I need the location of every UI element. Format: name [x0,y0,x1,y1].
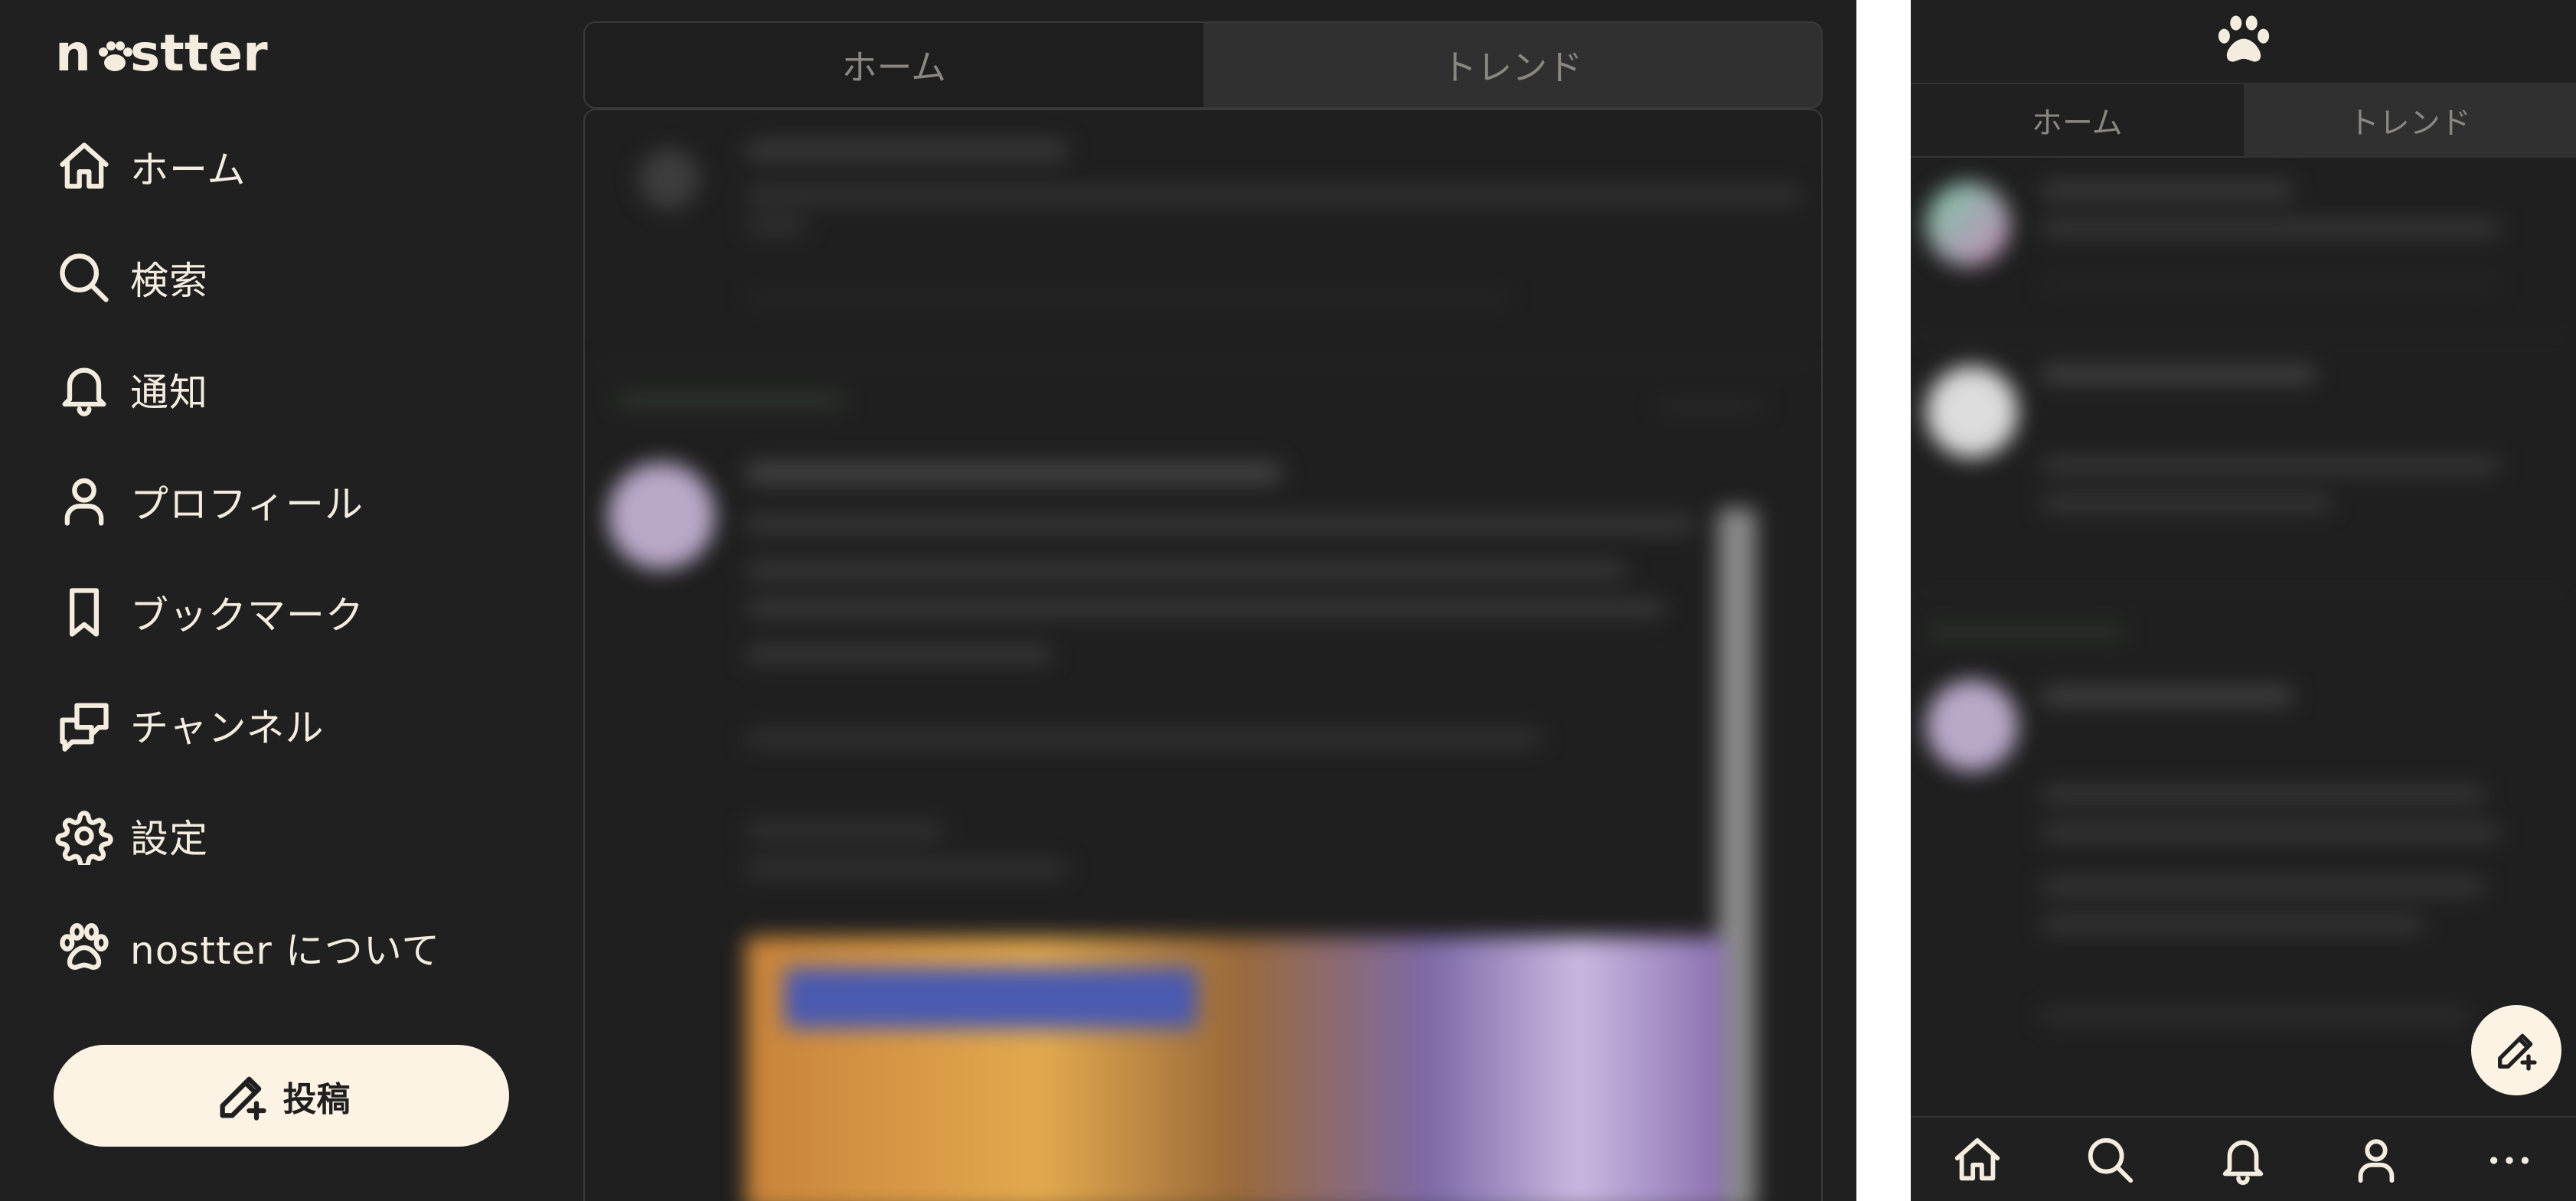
paw-icon [55,919,113,977]
svg-text:stter: stter [130,28,268,83]
floating-post-button[interactable] [2471,1005,2561,1095]
nav-item-channels[interactable]: チャンネル [55,683,325,767]
nav-label-about: nostter について [130,928,441,973]
nav-item-notifications[interactable]: 通知 [55,348,208,432]
nav-label-home: ホーム [130,148,246,192]
gear-icon [55,807,113,869]
post-button-label: 投稿 [282,1079,351,1119]
paw-logo-icon[interactable] [2212,10,2275,73]
timeline-tabs: ホーム トレンド [583,21,1823,109]
mobile-timeline-tabs: ホーム トレンド [1911,84,2576,158]
nav-item-home[interactable]: ホーム [55,125,246,209]
nostter-logo-mark: n stter [55,24,268,83]
home-icon [55,138,113,196]
messages-icon [55,696,113,754]
nav-item-search[interactable]: 検索 [55,236,208,320]
nav-item-settings[interactable]: 設定 [55,794,208,878]
mobile-blurred-feed-content [1911,159,2576,1113]
bell-icon [2223,1140,2264,1185]
post-button[interactable]: 投稿 [54,1045,509,1147]
nav-label-search: 検索 [130,259,208,303]
pencil-plus-icon [2498,1033,2537,1071]
nav-label-settings: 設定 [130,817,208,861]
search-icon [55,249,113,307]
search-icon [2088,1137,2133,1183]
mobile-view: ホーム トレンド [1911,0,2576,1201]
nav-item-bookmarks[interactable]: ブックマーク [55,570,364,654]
bottom-nav-home[interactable] [1951,1134,2004,1187]
blurred-feed-content [585,110,1821,1201]
nav-item-about[interactable]: nostter について [55,906,440,990]
mobile-tab-home[interactable]: ホーム [1911,84,2244,156]
mobile-bottom-nav [1911,1116,2576,1201]
user-icon [2358,1138,2395,1183]
user-icon [55,472,113,530]
home-icon [1954,1137,2000,1180]
mobile-timeline-feed[interactable] [1911,159,2576,1113]
bottom-nav-more[interactable] [2483,1134,2536,1187]
desktop-view: n stter ホーム 検索 通知 プロフィール ブックマーク チャンネル 設定… [0,0,1856,1201]
nostter-logo[interactable]: n stter [55,24,315,83]
mobile-tab-trend[interactable]: トレンド [2243,84,2576,156]
nav-item-profile[interactable]: プロフィール [55,459,364,543]
tab-trend[interactable]: トレンド [1203,23,1821,107]
more-icon [2489,1156,2529,1164]
svg-text:n: n [55,28,91,83]
tab-home[interactable]: ホーム [585,23,1203,107]
pencil-plus-icon [213,1067,271,1125]
bottom-nav-notifications[interactable] [2216,1134,2270,1187]
timeline-feed[interactable] [583,109,1823,1201]
bottom-nav-search[interactable] [2084,1134,2137,1187]
nav-label-channels: チャンネル [130,706,325,750]
bookmark-icon [55,583,113,641]
nav-label-bookmarks: ブックマーク [130,593,364,638]
bottom-nav-profile[interactable] [2349,1134,2403,1187]
mobile-header [1911,0,2576,84]
nav-label-notifications: 通知 [130,370,208,415]
bell-icon [55,361,113,419]
nav-label-profile: プロフィール [130,482,364,527]
